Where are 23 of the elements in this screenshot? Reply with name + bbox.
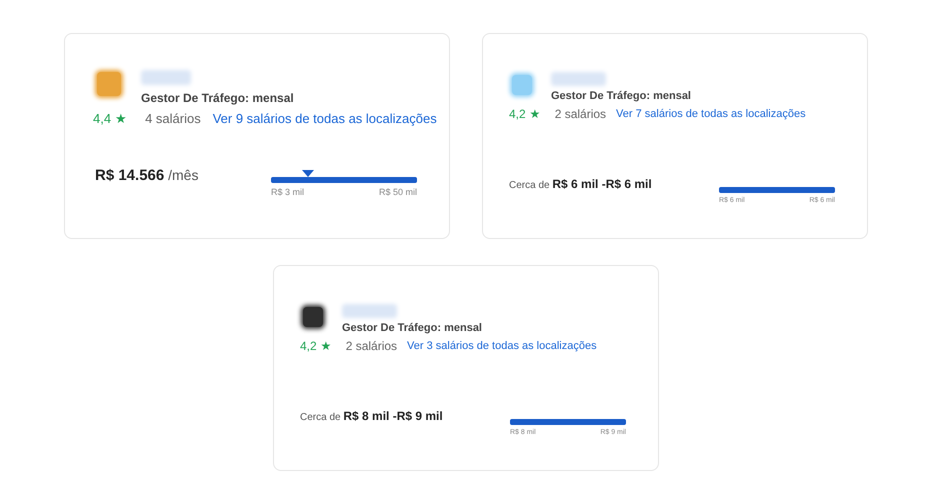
rating-score: 4,2 [509, 107, 526, 121]
range-max: R$ 50 mil [378, 187, 417, 197]
blurred-name [551, 72, 606, 86]
blurred-name [342, 304, 397, 318]
rating-score: 4,2 [300, 339, 317, 353]
star-icon: ★ [115, 111, 128, 126]
star-icon: ★ [530, 107, 541, 121]
job-title: Gestor De Tráfego: mensal [551, 90, 691, 102]
salaries-link[interactable]: Ver 9 salários de todas as localizações [212, 111, 437, 126]
salary-count: 2 salários [346, 339, 398, 353]
job-title: Gestor De Tráfego: mensal [141, 91, 294, 105]
salary-text: Cerca de R$ 8 mil -R$ 9 mil [300, 409, 443, 423]
salary-count: 2 salários [554, 107, 606, 121]
salaries-link[interactable]: Ver 7 salários de todas as localizações [616, 108, 806, 120]
salary-text: R$ 14.566 /mês [95, 167, 198, 184]
range-min: R$ 3 mil [271, 187, 304, 197]
salaries-link[interactable]: Ver 3 salários de todas as localizações [407, 340, 597, 352]
salary-count: 4 salários [145, 111, 201, 126]
job-title: Gestor De Tráfego: mensal [342, 322, 482, 334]
salary-text: Cerca de R$ 6 mil -R$ 6 mil [509, 177, 652, 191]
blurred-name [141, 70, 191, 85]
rating-score: 4,4 [93, 111, 112, 126]
star-icon: ★ [320, 339, 332, 353]
